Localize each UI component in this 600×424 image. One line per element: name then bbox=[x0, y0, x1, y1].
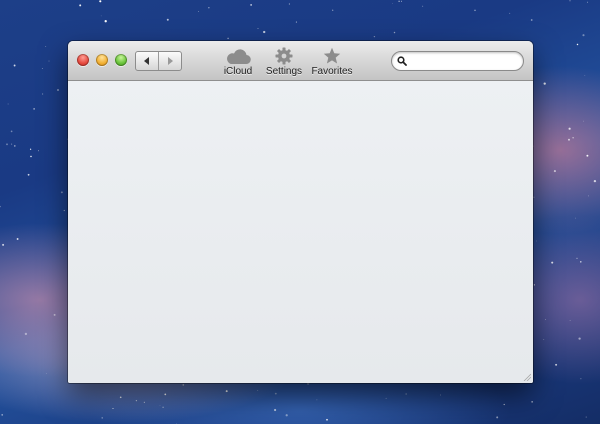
toolbar-item-settings[interactable]: Settings bbox=[265, 45, 303, 77]
toolbar-item-icloud[interactable]: iCloud bbox=[222, 45, 254, 77]
zoom-button[interactable] bbox=[115, 54, 127, 66]
toolbar-item-label: iCloud bbox=[223, 66, 253, 77]
star-icon bbox=[323, 47, 341, 64]
forward-button[interactable] bbox=[158, 52, 181, 70]
minimize-button[interactable] bbox=[96, 54, 108, 66]
back-button[interactable] bbox=[136, 52, 158, 70]
toolbar-item-favorites[interactable]: Favorites bbox=[311, 45, 353, 77]
search-icon bbox=[397, 56, 407, 66]
app-window: iCloud Settings Favorites bbox=[68, 41, 533, 383]
desktop-background: iCloud Settings Favorites bbox=[0, 0, 600, 424]
gear-icon bbox=[275, 47, 293, 65]
toolbar-item-label: Favorites bbox=[311, 66, 353, 77]
cloud-icon bbox=[227, 49, 251, 65]
search-field[interactable] bbox=[391, 51, 524, 71]
search-input[interactable] bbox=[411, 55, 519, 67]
toolbar-item-label: Settings bbox=[265, 66, 303, 77]
chevron-right-icon bbox=[168, 57, 173, 65]
resize-grip-icon[interactable] bbox=[523, 373, 531, 381]
close-button[interactable] bbox=[77, 54, 89, 66]
chevron-left-icon bbox=[144, 57, 149, 65]
window-toolbar: iCloud Settings Favorites bbox=[68, 41, 533, 81]
nav-button-group bbox=[135, 51, 182, 71]
window-content-area bbox=[68, 81, 533, 383]
